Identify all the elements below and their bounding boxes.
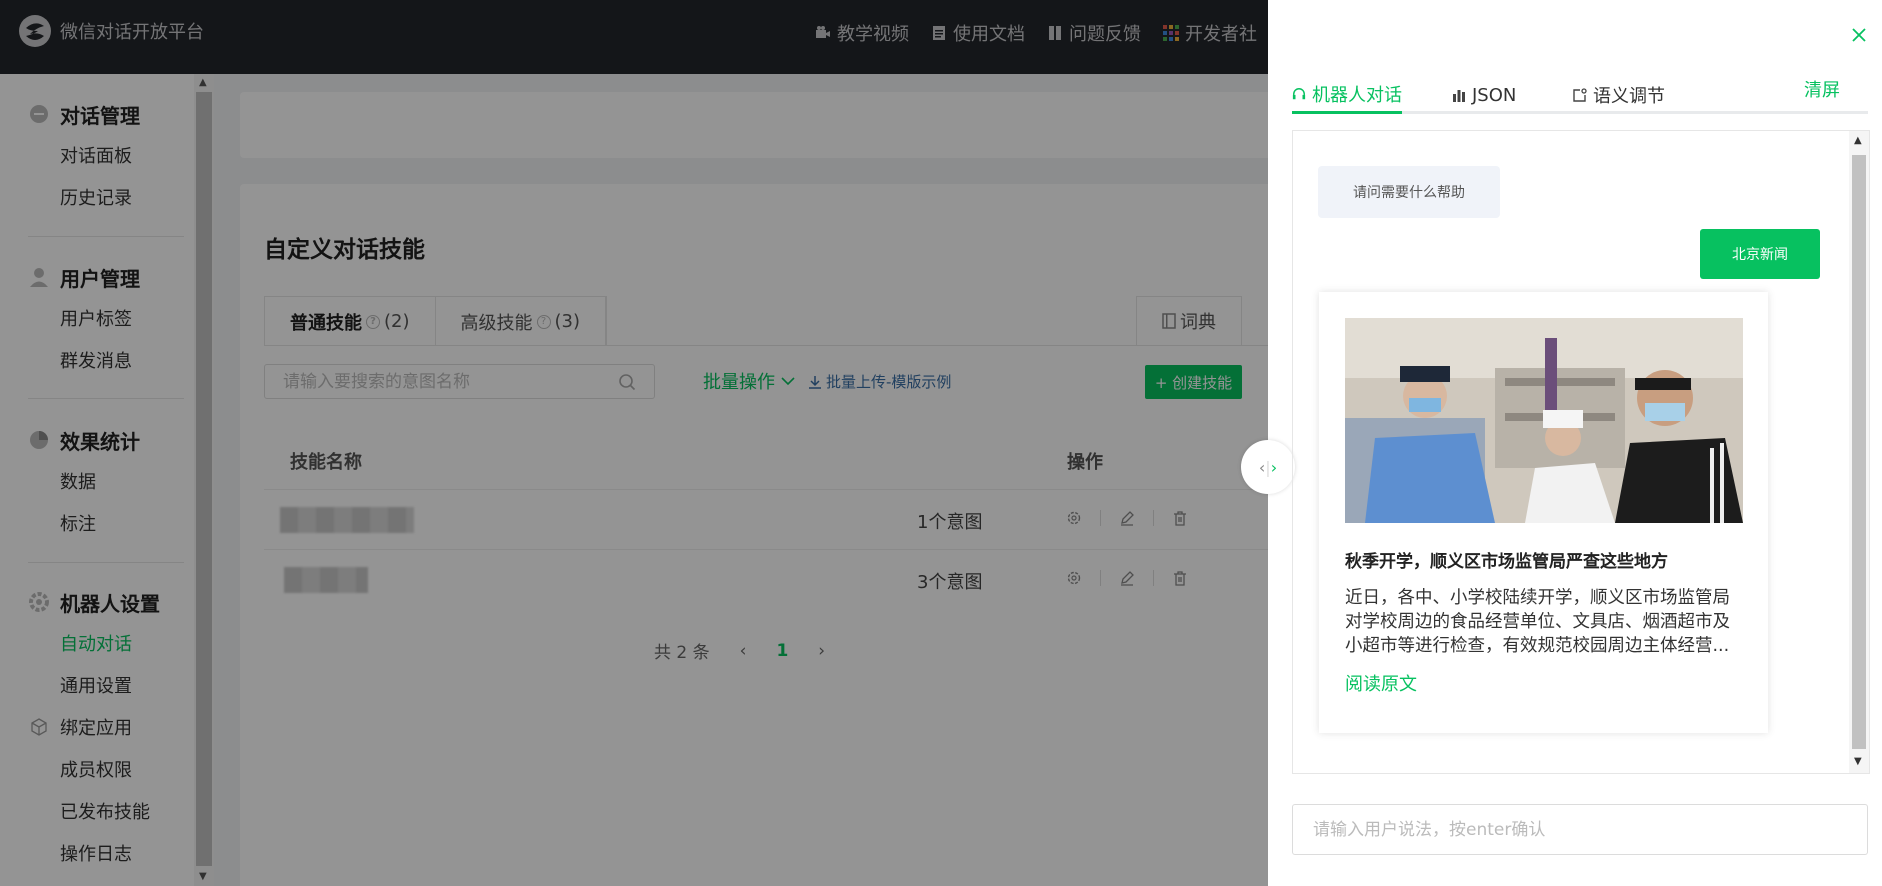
bar-chart-icon [1453,90,1465,102]
tab-label: 语义调节 [1593,86,1665,107]
drawer-toggle-button[interactable]: ‹ | › [1241,440,1295,494]
scroll-up-icon[interactable]: ▲ [1854,136,1862,146]
chat-input[interactable] [1293,805,1867,854]
clear-screen-button[interactable]: 清屏 [1804,76,1840,102]
headset-icon [1292,87,1306,99]
chevron-right-icon: › [1270,457,1278,477]
tab-json[interactable]: JSON [1452,76,1516,114]
news-title: 秋季开学，顺义区市场监管局严查这些地方 [1345,552,1668,572]
adjust-icon [1573,87,1587,102]
drawer-tabs: 机器人对话 JSON 语义调节 [1292,76,1868,114]
news-image[interactable] [1345,318,1743,523]
tab-label: 机器人对话 [1312,84,1402,106]
news-description: 近日，各中、小学校陆续开学，顺义区市场监管局对学校周边的食品经营单位、文具店、烟… [1345,588,1730,656]
chat-input-container [1292,804,1868,855]
scroll-down-icon[interactable]: ▼ [1854,757,1862,767]
tab-semantic-adjust[interactable]: 语义调节 [1572,76,1665,114]
user-message: 北京新闻 [1700,229,1820,279]
modal-overlay[interactable] [0,0,1268,886]
read-original-link[interactable]: 阅读原文 [1345,670,1417,696]
chat-scrollbar[interactable]: ▲ ▼ [1849,131,1869,773]
bot-message: 请问需要什么帮助 [1318,166,1500,218]
scroll-thumb[interactable] [1852,155,1866,749]
tab-label: JSON [1472,84,1517,106]
close-icon[interactable] [1850,26,1868,44]
tab-robot-dialog[interactable]: 机器人对话 [1292,76,1402,114]
